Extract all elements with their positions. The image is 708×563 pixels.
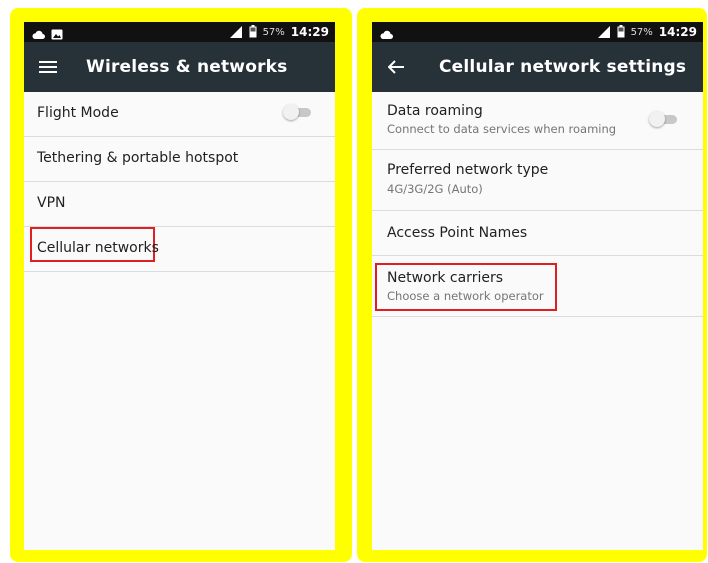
menu-icon[interactable] (34, 53, 62, 81)
settings-item-vpn[interactable]: VPN (24, 182, 335, 227)
settings-item-label: Preferred network type (387, 162, 549, 178)
settings-item-summary: Connect to data services when roaming (387, 122, 617, 136)
settings-item-tethering[interactable]: Tethering & portable hotspot (24, 137, 335, 182)
settings-item-summary: Choose a network operator (387, 289, 544, 303)
settings-item-preferred-network-type[interactable]: Preferred network type 4G/3G/2G (Auto) (372, 150, 703, 211)
settings-item-cellular-networks[interactable]: Cellular networks (24, 227, 335, 272)
app-bar: Cellular network settings (372, 42, 703, 92)
settings-item-data-roaming[interactable]: Data roaming Connect to data services wh… (372, 92, 703, 150)
data-roaming-toggle[interactable] (649, 111, 679, 127)
settings-item-label: Cellular networks (37, 240, 159, 256)
settings-list: Flight Mode Tethering & portable hotspot… (24, 92, 335, 272)
clock: 14:29 (290, 25, 329, 39)
right-phone-screen: 57% 14:29 Cellular network settings Data… (372, 22, 703, 550)
settings-item-label: Data roaming (387, 103, 483, 119)
settings-item-summary: 4G/3G/2G (Auto) (387, 182, 483, 196)
settings-item-network-carriers[interactable]: Network carriers Choose a network operat… (372, 256, 703, 317)
settings-item-access-point-names[interactable]: Access Point Names (372, 211, 703, 256)
settings-item-label: Tethering & portable hotspot (37, 150, 239, 166)
status-bar: 57% 14:29 (372, 22, 703, 42)
battery-icon (617, 23, 625, 42)
settings-item-label: Access Point Names (387, 225, 528, 241)
settings-item-flight-mode[interactable]: Flight Mode (24, 92, 335, 137)
back-arrow-icon[interactable] (382, 53, 410, 81)
settings-item-label: Flight Mode (37, 105, 119, 121)
battery-percent: 57% (262, 26, 285, 38)
battery-percent: 57% (630, 26, 653, 38)
settings-list: Data roaming Connect to data services wh… (372, 92, 703, 317)
page-title: Cellular network settings (439, 57, 687, 77)
page-title: Wireless & networks (86, 57, 288, 77)
flight-mode-toggle[interactable] (283, 104, 313, 120)
settings-item-label: Network carriers (387, 270, 503, 286)
clock: 14:29 (658, 25, 697, 39)
battery-icon (249, 23, 257, 42)
settings-item-label: VPN (37, 195, 66, 211)
signal-icon (229, 23, 243, 42)
app-bar: Wireless & networks (24, 42, 335, 92)
signal-icon (597, 23, 611, 42)
left-phone-screen: 57% 14:29 Wireless & networks Flight Mod… (24, 22, 335, 550)
status-bar: 57% 14:29 (24, 22, 335, 42)
